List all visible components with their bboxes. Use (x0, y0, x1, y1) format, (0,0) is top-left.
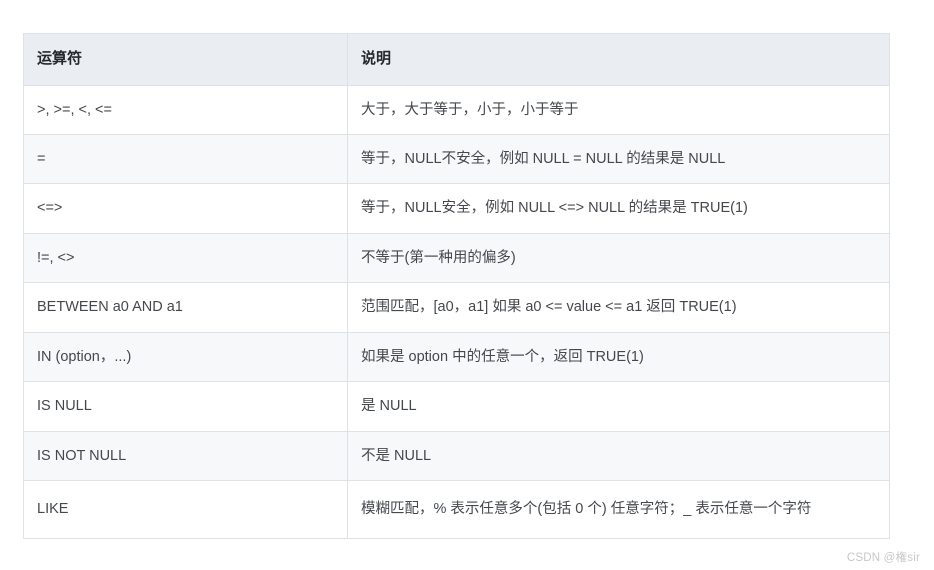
cell-operator: <=> (23, 183, 348, 234)
table-row: LIKE 模糊匹配，% 表示任意多个(包括 0 个) 任意字符；_ 表示任意一个… (23, 480, 890, 539)
cell-operator: = (23, 133, 348, 185)
cell-description: 范围匹配，[a0，a1] 如果 a0 <= value <= a1 返回 TRU… (347, 282, 890, 333)
csdn-watermark: CSDN @権sir (846, 552, 920, 564)
cell-description: 不等于(第一种用的偏多) (347, 232, 890, 284)
operator-table-container: 运算符 说明 >, >=, <, <= 大于，大于等于，小于，小于等于 = 等于… (23, 33, 890, 539)
table-row: IS NOT NULL 不是 NULL (23, 430, 890, 482)
table-row: >, >=, <, <= 大于，大于等于，小于，小于等于 (23, 84, 890, 135)
cell-operator: IS NOT NULL (23, 430, 348, 482)
cell-description: 是 NULL (347, 381, 890, 432)
table-row: BETWEEN a0 AND a1 范围匹配，[a0，a1] 如果 a0 <= … (23, 282, 890, 333)
table-header-row: 运算符 说明 (23, 33, 890, 86)
sql-operator-table: 运算符 说明 >, >=, <, <= 大于，大于等于，小于，小于等于 = 等于… (23, 33, 890, 539)
cell-description: 等于，NULL安全，例如 NULL <=> NULL 的结果是 TRUE(1) (347, 183, 890, 234)
table-row: !=, <> 不等于(第一种用的偏多) (23, 232, 890, 284)
cell-operator: IS NULL (23, 381, 348, 432)
table-body: >, >=, <, <= 大于，大于等于，小于，小于等于 = 等于，NULL不安… (23, 84, 890, 539)
cell-operator: LIKE (23, 480, 348, 539)
column-header-operator: 运算符 (23, 33, 348, 86)
table-row: = 等于，NULL不安全，例如 NULL = NULL 的结果是 NULL (23, 133, 890, 185)
table-row: IS NULL 是 NULL (23, 381, 890, 432)
cell-operator: !=, <> (23, 232, 348, 284)
cell-description: 不是 NULL (347, 430, 890, 482)
cell-description: 模糊匹配，% 表示任意多个(包括 0 个) 任意字符；_ 表示任意一个字符 (347, 480, 890, 539)
column-header-description: 说明 (347, 33, 890, 86)
table-header: 运算符 说明 (23, 33, 890, 86)
table-row: IN (option，...) 如果是 option 中的任意一个，返回 TRU… (23, 331, 890, 383)
cell-operator: >, >=, <, <= (23, 84, 348, 135)
cell-description: 如果是 option 中的任意一个，返回 TRUE(1) (347, 331, 890, 383)
cell-operator: IN (option，...) (23, 331, 348, 383)
cell-description: 等于，NULL不安全，例如 NULL = NULL 的结果是 NULL (347, 133, 890, 185)
cell-operator: BETWEEN a0 AND a1 (23, 282, 348, 333)
table-row: <=> 等于，NULL安全，例如 NULL <=> NULL 的结果是 TRUE… (23, 183, 890, 234)
cell-description: 大于，大于等于，小于，小于等于 (347, 84, 890, 135)
